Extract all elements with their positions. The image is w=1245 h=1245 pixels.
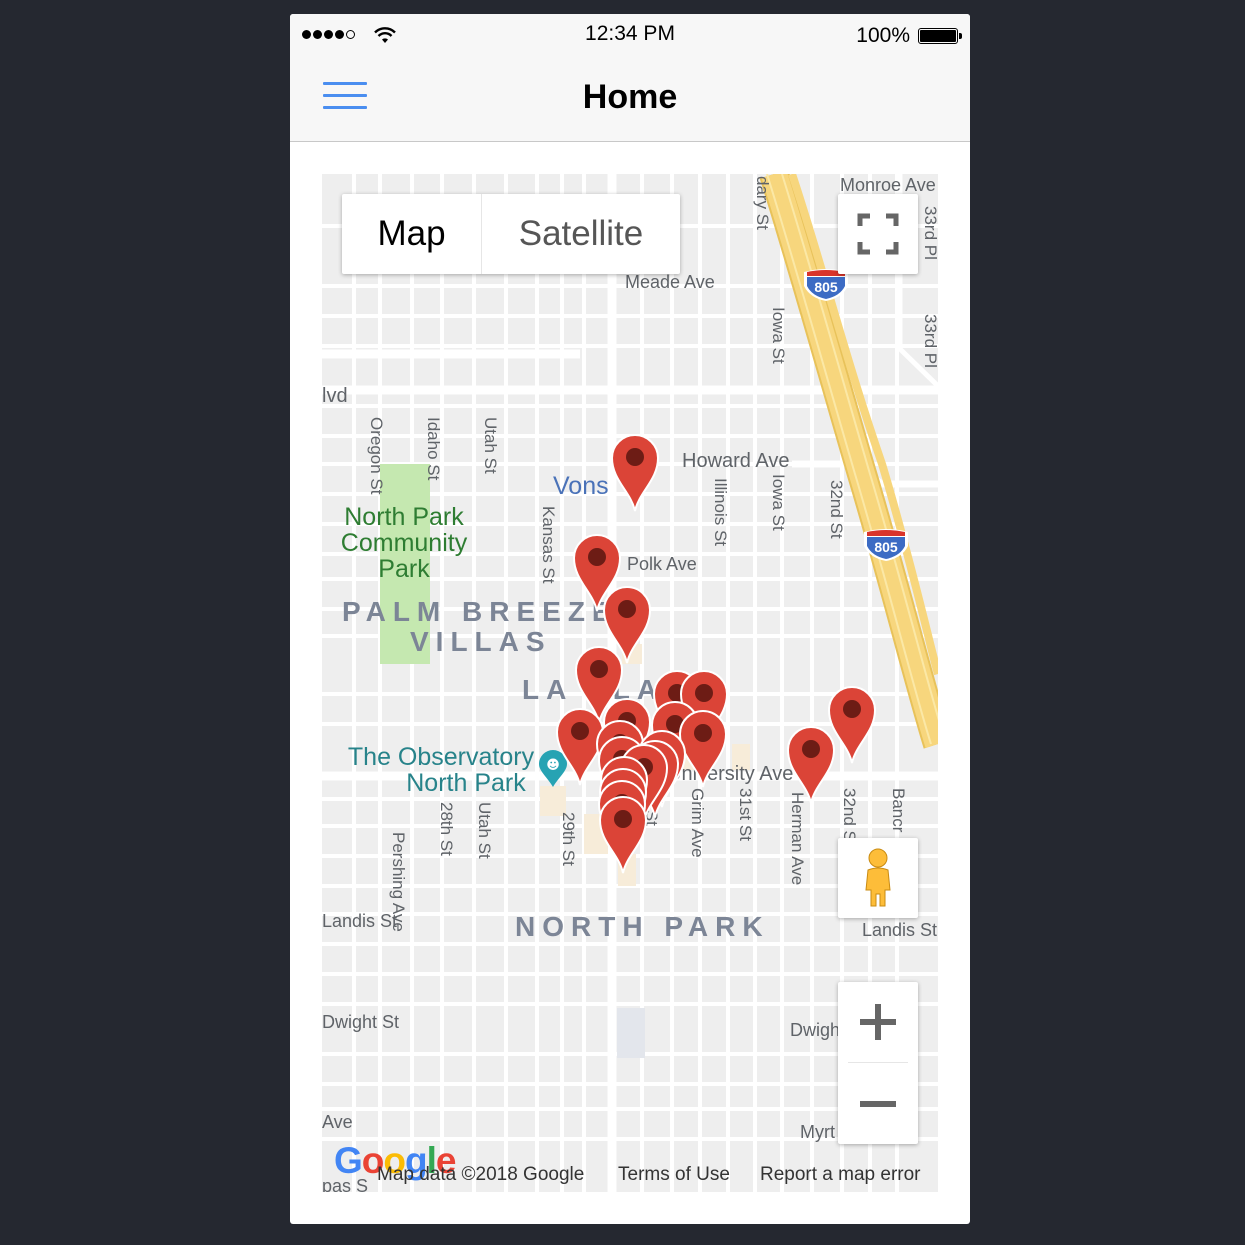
map-type-map-button[interactable]: Map [342, 194, 482, 274]
street-label: Dwight St [322, 1012, 400, 1032]
map-attribution: Map data ©2018 Google Terms of Use Repor… [322, 1156, 938, 1192]
street-label: Meade Ave [625, 272, 715, 292]
street-label: 31st St [736, 788, 755, 841]
street-label: Oregon St [367, 417, 386, 495]
fullscreen-icon [857, 213, 899, 255]
zoom-control [838, 982, 918, 1144]
street-label: Kansas St [539, 506, 558, 584]
street-label: 32nd St [827, 480, 846, 539]
poi-label: The Observatory North Park [347, 743, 535, 797]
street-label: Dwigh [790, 1020, 841, 1040]
battery-icon [918, 28, 962, 44]
zoom-divider [848, 1062, 908, 1063]
map-marker-icon[interactable] [609, 430, 661, 512]
map-data-credit: Map data ©2018 Google [377, 1164, 585, 1185]
zoom-out-button[interactable] [838, 1064, 918, 1144]
report-map-error-link[interactable]: Report a map error [760, 1164, 921, 1186]
park-label: North Park Community Park [340, 503, 468, 583]
street-label: Monroe Ave [840, 175, 936, 195]
highway-shield-text: 805 [874, 539, 898, 555]
street-label: Landis St [322, 911, 398, 931]
street-label: dary St [753, 176, 772, 230]
terms-of-use-link[interactable]: Terms of Use [618, 1164, 730, 1186]
navigation-bar: Home [290, 56, 970, 142]
street-label: Utah St [475, 802, 494, 859]
street-label: 29th St [559, 812, 578, 866]
phone-screen: 12:34 PM 100% Home Monroe Ave Meade Ave … [290, 14, 970, 1224]
status-bar: 12:34 PM 100% [290, 14, 970, 56]
street-label: lvd [322, 385, 348, 407]
street-label: Grim Ave [688, 788, 707, 858]
fullscreen-button[interactable] [838, 194, 918, 274]
street-label: Landis St [862, 920, 938, 940]
page-title: Home [582, 78, 678, 116]
map-view[interactable]: Monroe Ave Meade Ave Howard Ave Polk Ave… [322, 174, 938, 1192]
battery-percentage: 100% [856, 24, 910, 47]
zoom-in-button[interactable] [838, 982, 918, 1062]
map-type-control: Map Satellite [342, 194, 680, 274]
street-label: Bancr [889, 788, 908, 833]
street-view-pegman-icon [865, 848, 891, 907]
street-label: Iowa St [769, 307, 788, 364]
street-label: 33rd Pl [921, 314, 938, 368]
street-label: Idaho St [424, 417, 443, 481]
area-label: NORTH PARK [515, 911, 770, 942]
highway-shield-text: 805 [814, 279, 838, 295]
poi-label: Vons [553, 472, 609, 500]
street-label: Polk Ave [627, 554, 697, 574]
street-label: Howard Ave [682, 450, 790, 472]
highway-shield-icon: 805 [864, 529, 908, 561]
plus-icon [860, 1004, 896, 1040]
street-label: Ave [322, 1112, 353, 1132]
street-label: 28th St [437, 802, 456, 856]
street-label: Pershing Ave [389, 832, 408, 932]
street-label: Herman Ave [788, 792, 807, 886]
street-label: Myrt [800, 1122, 835, 1142]
map-marker-icon[interactable] [597, 792, 649, 874]
street-label: Illinois St [711, 478, 730, 547]
area-label: VILLAS [410, 626, 552, 657]
map-type-satellite-button[interactable]: Satellite [482, 194, 680, 274]
street-label: Utah St [481, 417, 500, 474]
street-label: Iowa St [769, 474, 788, 531]
street-view-button[interactable] [838, 838, 918, 918]
map-marker-icon[interactable] [826, 682, 878, 764]
street-label: 33rd Pl [921, 206, 938, 260]
minus-icon [860, 1101, 896, 1107]
